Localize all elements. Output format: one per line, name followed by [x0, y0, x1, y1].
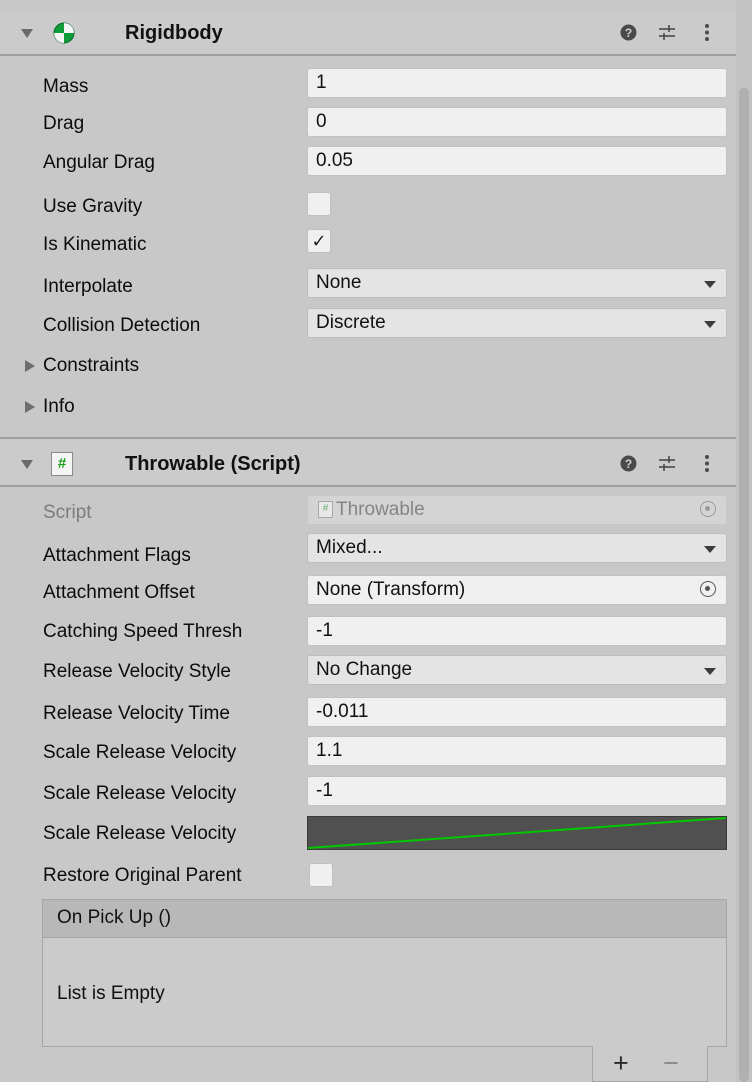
attachment-offset-value: None (Transform) — [316, 579, 466, 600]
collision-detection-value: Discrete — [316, 312, 386, 333]
scale-release-velocity-curve-label: Scale Release Velocity — [43, 823, 237, 844]
add-button[interactable]: + — [613, 1048, 629, 1078]
dropdown-arrow-icon — [704, 321, 716, 328]
svg-text:?: ? — [625, 457, 632, 471]
dropdown-arrow-icon — [704, 281, 716, 288]
context-menu-icon[interactable] — [704, 23, 710, 42]
scale-release-velocity-threshold-field[interactable]: -1 — [307, 776, 727, 806]
catching-speed-field[interactable]: -1 — [307, 616, 727, 646]
release-velocity-time-field[interactable]: -0.011 — [307, 697, 727, 727]
component-separator — [0, 437, 736, 439]
release-velocity-style-dropdown[interactable]: No Change — [307, 655, 727, 685]
script-file-icon: # — [318, 501, 333, 519]
script-label: Script — [43, 502, 92, 523]
rigidbody-foldout-arrow[interactable] — [21, 29, 33, 38]
help-icon[interactable]: ? — [620, 24, 637, 41]
velocity-curve-field[interactable] — [307, 816, 727, 850]
scale-release-velocity-field[interactable]: 1.1 — [307, 736, 727, 766]
constraints-foldout-arrow[interactable] — [25, 360, 35, 372]
on-pick-up-header: On Pick Up () — [42, 899, 727, 937]
restore-original-parent-checkbox[interactable] — [309, 863, 333, 887]
is-kinematic-label: Is Kinematic — [43, 234, 147, 255]
header-separator — [0, 54, 736, 56]
info-foldout-arrow[interactable] — [25, 401, 35, 413]
mass-field[interactable]: 1 — [307, 68, 727, 98]
angular-drag-field[interactable]: 0.05 — [307, 146, 727, 176]
rigidbody-icon — [53, 22, 75, 44]
object-picker-icon — [700, 501, 716, 517]
scale-release-velocity-threshold-label: Scale Release Velocity — [43, 783, 237, 804]
script-value: Throwable — [336, 499, 425, 520]
attachment-flags-dropdown[interactable]: Mixed... — [307, 533, 727, 563]
collision-detection-dropdown[interactable]: Discrete — [307, 308, 727, 338]
throwable-title: Throwable (Script) — [125, 453, 301, 475]
drag-label: Drag — [43, 113, 85, 134]
preset-icon[interactable] — [658, 24, 676, 41]
object-picker-icon[interactable] — [700, 581, 716, 597]
script-field: # Throwable — [307, 495, 727, 525]
dropdown-arrow-icon — [704, 546, 716, 553]
use-gravity-checkbox[interactable] — [307, 192, 331, 216]
interpolate-dropdown[interactable]: None — [307, 268, 727, 298]
angular-drag-label: Angular Drag — [43, 152, 155, 173]
attachment-offset-label: Attachment Offset — [43, 582, 195, 603]
collision-detection-label: Collision Detection — [43, 315, 201, 336]
on-pick-up-list: List is Empty — [42, 937, 727, 1047]
drag-field[interactable]: 0 — [307, 107, 727, 137]
rigidbody-title: Rigidbody — [125, 22, 223, 44]
release-velocity-style-label: Release Velocity Style — [43, 661, 231, 682]
release-velocity-time-label: Release Velocity Time — [43, 703, 230, 724]
header-separator — [0, 485, 736, 487]
interpolate-label: Interpolate — [43, 276, 133, 297]
throwable-foldout-arrow[interactable] — [21, 460, 33, 469]
release-velocity-style-value: No Change — [316, 659, 413, 680]
scrollbar-thumb[interactable] — [739, 88, 749, 1082]
context-menu-icon[interactable] — [704, 454, 710, 473]
attachment-flags-value: Mixed... — [316, 537, 383, 558]
help-icon[interactable]: ? — [620, 455, 637, 472]
throwable-header[interactable]: # Throwable (Script) ? — [0, 441, 736, 485]
preset-icon[interactable] — [658, 455, 676, 472]
catching-speed-label: Catching Speed Thresh — [43, 621, 243, 642]
is-kinematic-checkbox[interactable]: ✓ — [307, 229, 331, 253]
rigidbody-header[interactable]: Rigidbody ? — [0, 10, 736, 54]
info-foldout[interactable]: Info — [43, 396, 75, 418]
remove-button[interactable]: − — [663, 1048, 679, 1078]
checkmark-icon: ✓ — [311, 231, 327, 251]
interpolate-value: None — [316, 272, 362, 293]
list-empty-text: List is Empty — [57, 983, 165, 1004]
script-icon: # — [51, 452, 73, 476]
scale-release-velocity-label: Scale Release Velocity — [43, 742, 237, 763]
attachment-offset-field[interactable]: None (Transform) — [307, 575, 727, 605]
constraints-foldout[interactable]: Constraints — [43, 355, 139, 377]
dropdown-arrow-icon — [704, 668, 716, 675]
use-gravity-label: Use Gravity — [43, 196, 143, 217]
inspector-panel: Rigidbody ? Mass 1 Drag 0 Angular Drag 0… — [0, 0, 736, 1082]
restore-original-parent-label: Restore Original Parent — [43, 865, 242, 886]
mass-label: Mass — [43, 76, 89, 97]
list-footer: + − — [592, 1046, 708, 1082]
attachment-flags-label: Attachment Flags — [43, 545, 191, 566]
svg-text:?: ? — [625, 26, 632, 40]
